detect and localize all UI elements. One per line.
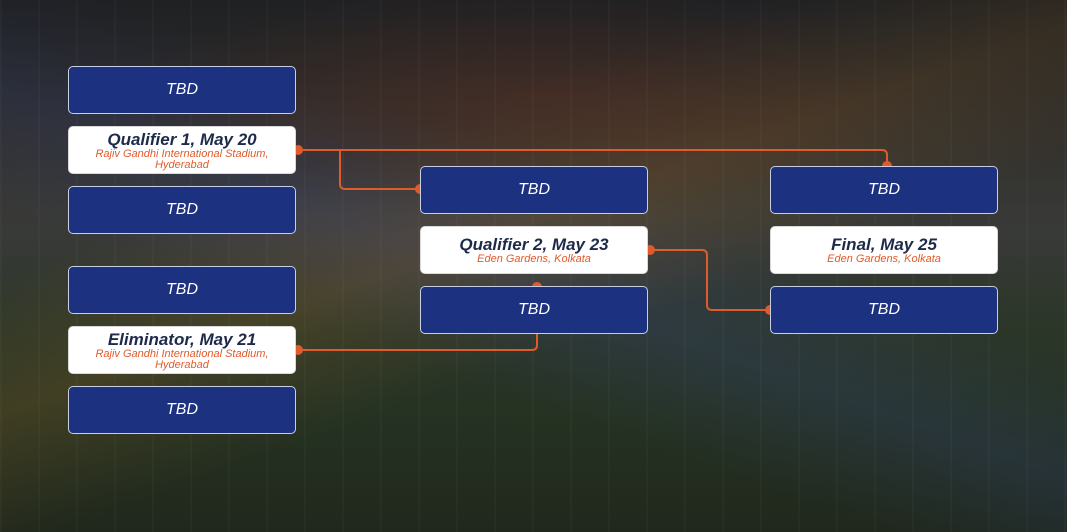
team-slot-elim-b[interactable]: TBD bbox=[68, 386, 296, 434]
team-label: TBD bbox=[518, 301, 550, 318]
team-label: TBD bbox=[868, 301, 900, 318]
team-slot-q2-a[interactable]: TBD bbox=[420, 166, 648, 214]
team-label: TBD bbox=[166, 281, 198, 298]
connector-q2-to-final bbox=[650, 249, 770, 311]
match-card-final[interactable]: Final, May 25 Eden Gardens, Kolkata bbox=[770, 226, 998, 274]
team-label: TBD bbox=[868, 181, 900, 198]
match-venue: Eden Gardens, Kolkata bbox=[827, 253, 941, 265]
team-slot-elim-a[interactable]: TBD bbox=[68, 266, 296, 314]
team-label: TBD bbox=[166, 81, 198, 98]
team-label: TBD bbox=[166, 401, 198, 418]
match-title: Qualifier 2, May 23 bbox=[459, 235, 609, 254]
match-title: Final, May 25 bbox=[831, 235, 937, 254]
team-slot-final-b[interactable]: TBD bbox=[770, 286, 998, 334]
match-title: Eliminator, May 21 bbox=[107, 329, 257, 349]
team-slot-final-a[interactable]: TBD bbox=[770, 166, 998, 214]
team-slot-q1-a[interactable]: TBD bbox=[68, 66, 296, 114]
match-venue: Eden Gardens, Kolkata bbox=[477, 253, 591, 265]
team-slot-q1-b[interactable]: TBD bbox=[68, 186, 296, 234]
match-title: Qualifier 1, May 20 bbox=[107, 129, 257, 149]
match-card-qualifier-1[interactable]: Qualifier 1, May 20 Rajiv Gandhi Interna… bbox=[68, 126, 296, 174]
match-card-qualifier-2[interactable]: Qualifier 2, May 23 Eden Gardens, Kolkat… bbox=[420, 226, 648, 274]
team-slot-q2-b[interactable]: TBD bbox=[420, 286, 648, 334]
match-card-eliminator[interactable]: Eliminator, May 21 Rajiv Gandhi Internat… bbox=[68, 326, 296, 374]
match-venue: Rajiv Gandhi International Stadium, Hyde… bbox=[95, 347, 269, 371]
match-venue: Rajiv Gandhi International Stadium, Hyde… bbox=[95, 147, 269, 171]
connector-q1-to-final bbox=[298, 149, 888, 166]
team-label: TBD bbox=[166, 201, 198, 218]
team-label: TBD bbox=[518, 181, 550, 198]
connector-q1-to-q2 bbox=[339, 150, 420, 190]
